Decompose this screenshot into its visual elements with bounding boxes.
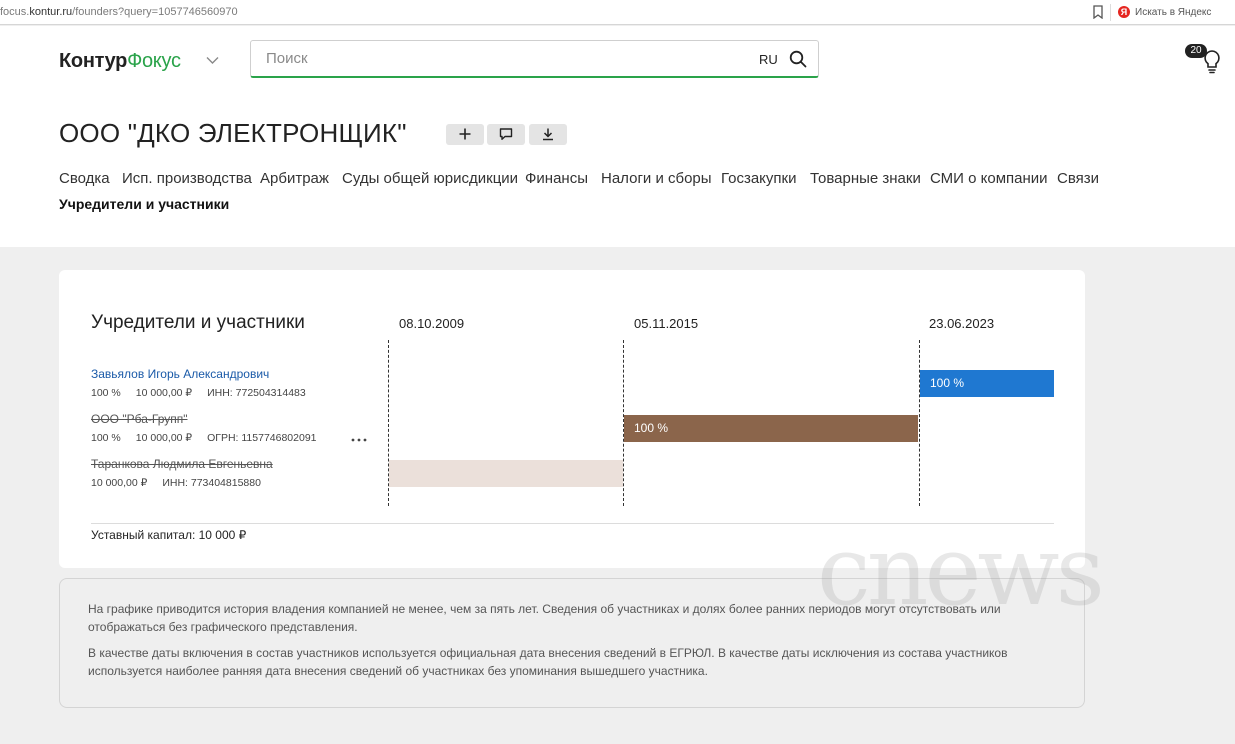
participant-row: Завьялов Игорь Александрович 100 % 10 000… — [91, 367, 321, 399]
participant-share: 100 % — [91, 432, 121, 444]
plus-icon — [459, 128, 471, 140]
search-box: RU — [250, 40, 819, 78]
participant-link[interactable]: Завьялов Игорь Александрович — [91, 367, 321, 381]
tab-enforcement[interactable]: Исп. производства — [122, 170, 252, 187]
card-title: Учредители и участники — [91, 312, 305, 333]
participant-link[interactable]: ООО "Рба-Групп" — [91, 412, 332, 426]
search-icon[interactable] — [789, 50, 807, 68]
founders-card: Учредители и участники 08.10.2009 05.11.… — [59, 270, 1085, 568]
tab-taxes[interactable]: Налоги и сборы — [601, 170, 712, 187]
ownership-bar[interactable] — [389, 460, 623, 487]
timeline-date: 23.06.2023 — [929, 316, 995, 331]
logo[interactable]: КонтурФокус — [59, 50, 181, 73]
ownership-bar[interactable]: 100 % — [624, 415, 918, 442]
tab-arbitration[interactable]: Арбитраж — [260, 170, 329, 187]
comment-button[interactable] — [487, 124, 525, 145]
tab-trademarks[interactable]: Товарные знаки — [810, 170, 921, 187]
tab-founders[interactable]: Учредители и участники — [59, 196, 229, 212]
participant-row: ООО "Рба-Групп" 100 % 10 000,00 ₽ ОГРН: 11… — [91, 412, 332, 444]
add-button[interactable] — [446, 124, 484, 145]
participant-meta: 10 000,00 ₽ ИНН: 773404815880 — [91, 477, 276, 489]
tab-finance[interactable]: Финансы — [525, 170, 588, 187]
browser-address-bar[interactable]: focus.kontur.ru/founders?query=105774656… — [0, 0, 1235, 25]
tab-courts[interactable]: Суды общей юрисдикции — [342, 170, 518, 187]
participant-capital: 10 000,00 ₽ — [135, 387, 193, 399]
search-language-toggle[interactable]: RU — [759, 52, 778, 67]
participant-share: 100 % — [91, 387, 121, 399]
participant-capital: 10 000,00 ₽ — [135, 432, 193, 444]
chevron-down-icon[interactable] — [206, 56, 219, 65]
search-input[interactable] — [251, 41, 741, 76]
info-note: На графике приводится история владения к… — [59, 578, 1085, 708]
participant-id: ОГРН: 1157746802091 — [207, 432, 317, 444]
participant-row: Таранкова Людмила Евгеньевна 10 000,00 ₽… — [91, 457, 276, 489]
info-paragraph: В качестве даты включения в состав участ… — [88, 646, 1008, 678]
tab-media[interactable]: СМИ о компании — [930, 170, 1048, 187]
more-options-icon[interactable] — [351, 438, 367, 442]
timeline-divider — [919, 340, 920, 506]
participant-id: ИНН: 773404815880 — [162, 477, 261, 489]
company-title: ООО "ДКО ЭЛЕКТРОНЩИК" — [59, 118, 407, 148]
address-url[interactable]: focus.kontur.ru/founders?query=105774656… — [0, 6, 238, 18]
timeline-date: 05.11.2015 — [634, 316, 699, 331]
comment-icon — [499, 128, 513, 140]
tab-connections[interactable]: Связи — [1057, 170, 1099, 187]
info-paragraph: На графике приводится история владения к… — [88, 602, 1001, 634]
participant-meta: 100 % 10 000,00 ₽ ИНН: 772504314483 — [91, 387, 321, 399]
ownership-bar[interactable]: 100 % — [920, 370, 1054, 397]
participant-meta: 100 % 10 000,00 ₽ ОГРН: 1157746802091 — [91, 432, 332, 444]
address-separator — [1110, 4, 1111, 21]
bookmark-icon[interactable] — [1092, 5, 1104, 19]
participant-link[interactable]: Таранкова Людмила Евгеньевна — [91, 457, 276, 471]
notifications-count-badge: 20 — [1185, 44, 1207, 58]
tab-procurement[interactable]: Госзакупки — [721, 170, 796, 187]
card-divider — [91, 523, 1054, 524]
tab-summary[interactable]: Сводка — [59, 170, 110, 187]
notifications-button[interactable]: 20 — [1185, 44, 1225, 74]
participant-capital: 10 000,00 ₽ — [91, 477, 148, 489]
charter-capital: Уставный капитал: 10 000 ₽ — [91, 528, 247, 542]
yandex-search-label[interactable]: Искать в Яндекс — [1135, 7, 1211, 18]
yandex-logo-icon: Я — [1118, 6, 1130, 18]
timeline-date: 08.10.2009 — [399, 316, 465, 331]
download-icon — [543, 128, 553, 141]
page-header: КонтурФокус RU 20 ООО "ДКО ЭЛЕКТРОНЩИК" … — [0, 26, 1235, 247]
participant-id: ИНН: 772504314483 — [207, 387, 306, 399]
download-button[interactable] — [529, 124, 567, 145]
